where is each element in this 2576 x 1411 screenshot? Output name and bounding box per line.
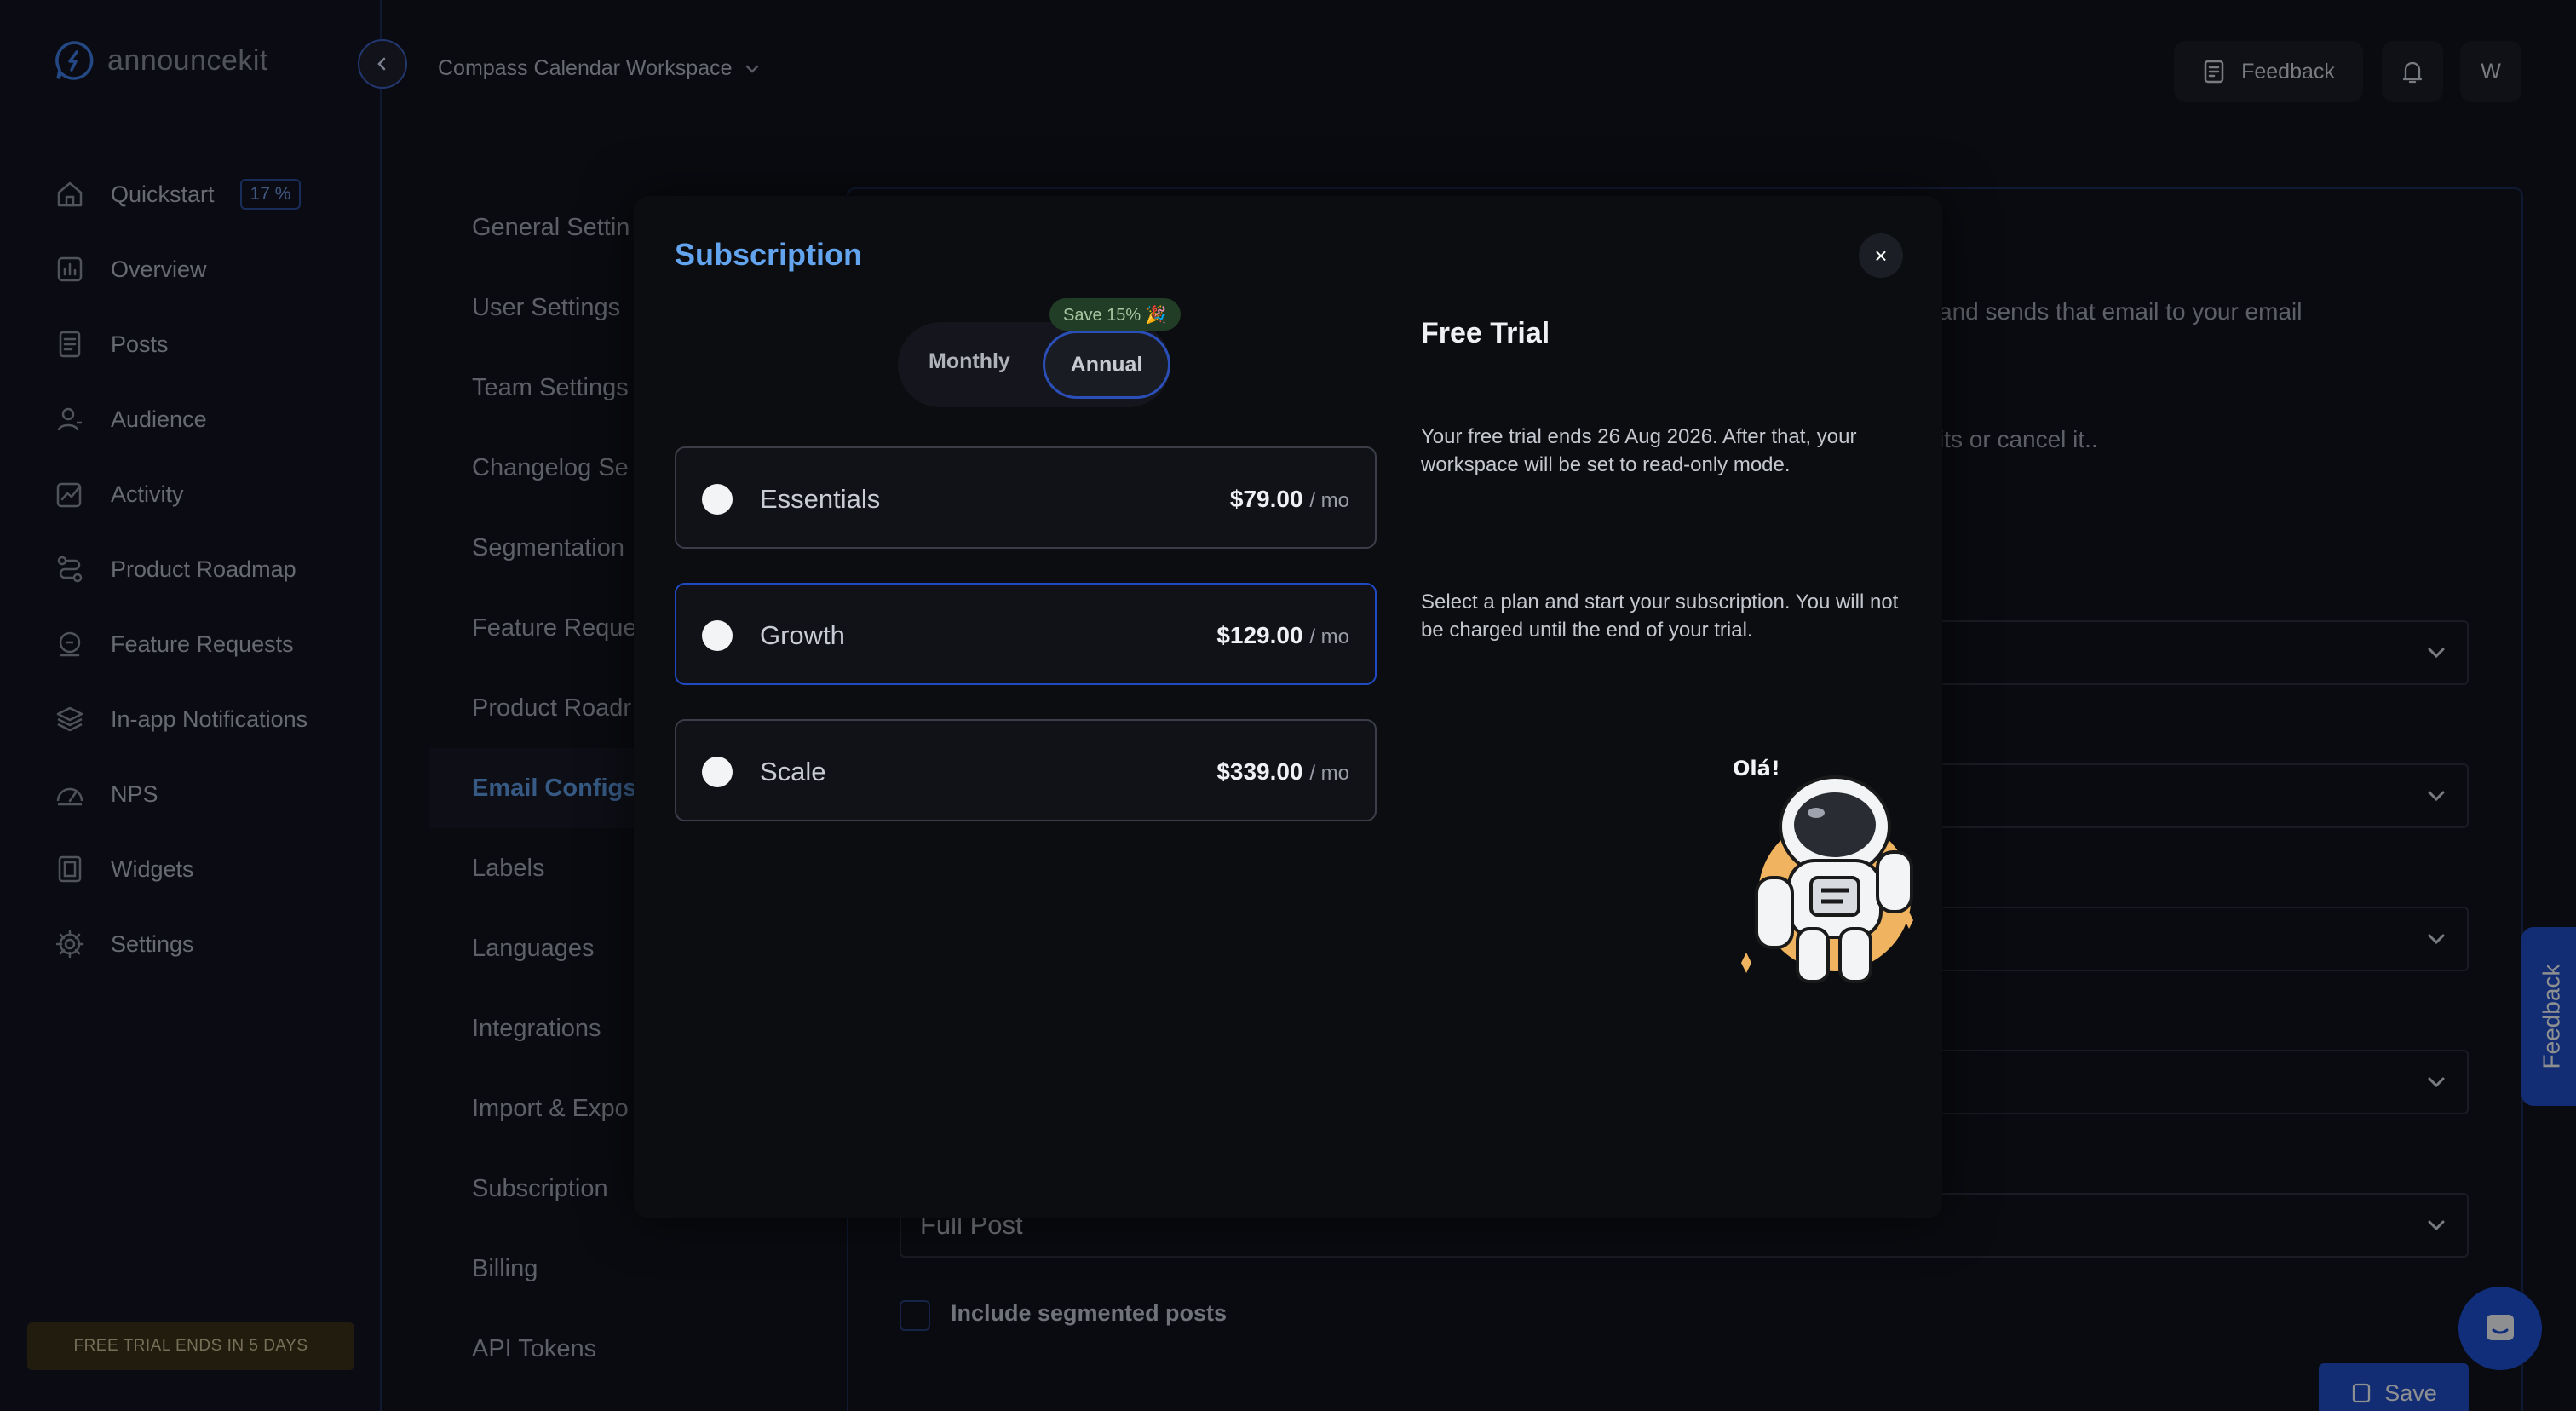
astronaut-illustration-icon: Olá! xyxy=(1733,757,1913,983)
free-trial-end-text: Your free trial ends 26 Aug 2026. After … xyxy=(1421,425,1857,476)
toggle-monthly[interactable]: Monthly xyxy=(929,349,1010,374)
plan-option-scale[interactable]: Scale $339.00 / mo xyxy=(675,719,1377,821)
plan-radio[interactable] xyxy=(702,757,733,787)
plan-option-essentials[interactable]: Essentials $79.00 / mo xyxy=(675,446,1377,549)
toggle-annual[interactable]: Annual xyxy=(1043,331,1170,399)
plan-radio[interactable] xyxy=(702,620,733,651)
plan-name: Essentials xyxy=(760,484,881,514)
plan-name: Scale xyxy=(760,757,826,786)
subscription-modal: Subscription × Monthly Annual Save 15% 🎉… xyxy=(634,196,1942,1218)
astronaut-caption: Olá! xyxy=(1733,757,1780,780)
plan-price: $79.00 / mo xyxy=(1229,486,1349,512)
plan-option-growth[interactable]: Growth $129.00 / mo xyxy=(675,583,1377,685)
close-modal-button[interactable]: × xyxy=(1859,233,1903,278)
plan-radio[interactable] xyxy=(702,484,733,515)
modal-title: Subscription xyxy=(675,237,863,272)
plan-price: $339.00 / mo xyxy=(1216,758,1349,785)
annual-savings-badge: Save 15% 🎉 xyxy=(1049,298,1181,331)
chevron-left-icon xyxy=(377,57,386,71)
plan-name: Growth xyxy=(760,620,845,650)
collapse-sidebar-button[interactable] xyxy=(358,39,407,89)
free-trial-title: Free Trial xyxy=(1421,317,1550,349)
free-trial-info-text: Select a plan and start your subscriptio… xyxy=(1421,590,1899,642)
plan-price: $129.00 / mo xyxy=(1216,622,1349,648)
